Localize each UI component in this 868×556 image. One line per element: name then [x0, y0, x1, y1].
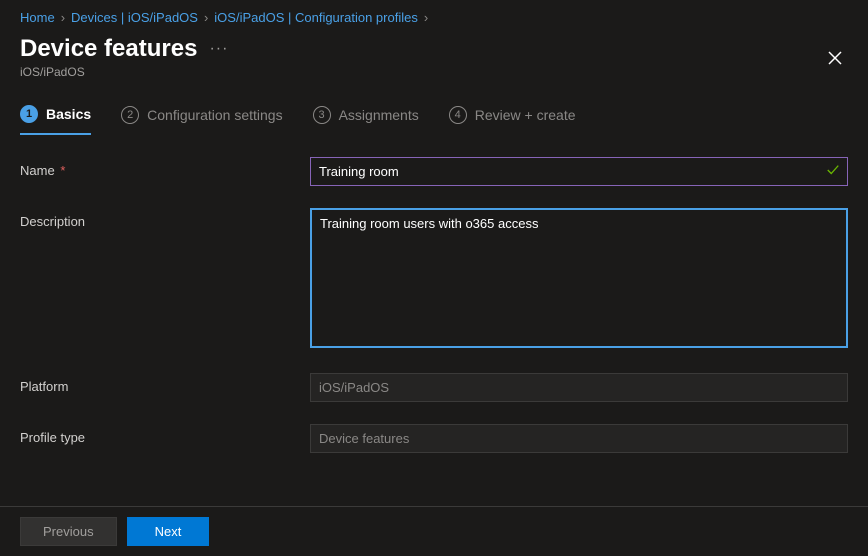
breadcrumb: Home › Devices | iOS/iPadOS › iOS/iPadOS…: [0, 0, 868, 31]
step-label: Assignments: [339, 107, 419, 123]
check-icon: [826, 163, 840, 180]
close-button[interactable]: [822, 43, 848, 76]
step-label: Basics: [46, 106, 91, 122]
breadcrumb-home[interactable]: Home: [20, 10, 55, 25]
profile-type-input: [310, 424, 848, 453]
page-subtitle: iOS/iPadOS: [20, 65, 228, 79]
step-number: 2: [121, 106, 139, 124]
step-configuration-settings[interactable]: 2 Configuration settings: [121, 105, 282, 135]
step-number: 1: [20, 105, 38, 123]
more-actions-icon[interactable]: ···: [209, 40, 228, 58]
page-header: Device features ··· iOS/iPadOS: [0, 31, 868, 79]
step-review-create[interactable]: 4 Review + create: [449, 105, 576, 135]
step-number: 3: [313, 106, 331, 124]
chevron-right-icon: ›: [204, 10, 208, 25]
breadcrumb-devices[interactable]: Devices | iOS/iPadOS: [71, 10, 198, 25]
platform-label: Platform: [20, 373, 310, 394]
description-textarea[interactable]: [310, 208, 848, 348]
next-button[interactable]: Next: [127, 517, 210, 546]
breadcrumb-config-profiles[interactable]: iOS/iPadOS | Configuration profiles: [214, 10, 418, 25]
step-basics[interactable]: 1 Basics: [20, 105, 91, 135]
step-label: Review + create: [475, 107, 576, 123]
profile-type-label: Profile type: [20, 424, 310, 445]
step-number: 4: [449, 106, 467, 124]
description-label: Description: [20, 208, 310, 229]
chevron-right-icon: ›: [424, 10, 428, 25]
step-assignments[interactable]: 3 Assignments: [313, 105, 419, 135]
basics-form: Name * Description Platform Profile type: [0, 135, 868, 453]
platform-input: [310, 373, 848, 402]
page-title: Device features: [20, 35, 197, 63]
name-input[interactable]: [310, 157, 848, 186]
wizard-steps: 1 Basics 2 Configuration settings 3 Assi…: [0, 79, 868, 135]
wizard-footer: Previous Next: [0, 506, 868, 556]
name-label: Name *: [20, 157, 310, 178]
close-icon: [828, 51, 842, 65]
step-label: Configuration settings: [147, 107, 282, 123]
required-marker: *: [60, 163, 65, 178]
previous-button[interactable]: Previous: [20, 517, 117, 546]
chevron-right-icon: ›: [61, 10, 65, 25]
